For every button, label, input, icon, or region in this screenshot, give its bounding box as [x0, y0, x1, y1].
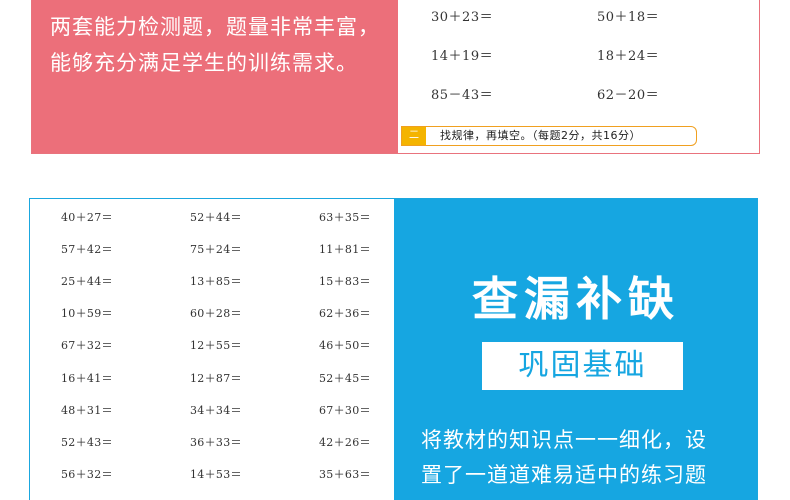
worksheet-equation: 60＋28＝	[190, 307, 242, 320]
worksheet-equation: 56＋32＝	[61, 468, 113, 481]
worksheet-equation: 67＋32＝	[61, 339, 113, 352]
worksheet-equation: 62－20＝	[597, 88, 660, 103]
feature-title: 查漏补缺	[472, 272, 680, 326]
worksheet-equation: 62＋36＝	[319, 307, 371, 320]
top-description-block: 两套能力检测题，题量非常丰富， 能够充分满足学生的训练需求。	[32, 0, 398, 153]
worksheet-equation: 48＋31＝	[61, 404, 113, 417]
feature-subtitle: 巩固基础	[482, 342, 683, 390]
worksheet-equation: 12＋55＝	[190, 339, 242, 352]
bottom-worksheet: 40＋27＝ 52＋44＝ 63＋35＝ 57＋42＝ 75＋24＝ 11＋81…	[30, 199, 393, 500]
worksheet-equation: 46＋50＝	[319, 339, 371, 352]
worksheet-equation: 52＋45＝	[319, 372, 371, 385]
worksheet-equation: 14＋53＝	[190, 468, 242, 481]
worksheet-equation: 10＋59＝	[61, 307, 113, 320]
worksheet-equation: 52＋44＝	[190, 211, 242, 224]
worksheet-equation: 85－43＝	[431, 88, 494, 103]
bottom-panel: 40＋27＝ 52＋44＝ 63＋35＝ 57＋42＝ 75＋24＝ 11＋81…	[29, 198, 758, 500]
worksheet-equation: 34＋34＝	[190, 404, 242, 417]
instruction-text: 找规律，再填空。（每题2分，共16分）	[440, 129, 641, 142]
worksheet-equation: 75＋24＝	[190, 243, 242, 256]
bottom-feature-block: 查漏补缺 巩固基础 将教材的知识点一一细化，设 置了一道道难易适中的练习题	[394, 199, 757, 500]
feature-desc-line-1: 将教材的知识点一一细化，设	[421, 428, 707, 452]
worksheet-equation: 30＋23＝	[431, 10, 494, 25]
worksheet-equation: 67＋30＝	[319, 404, 371, 417]
top-desc-line-2: 能够充分满足学生的训练需求。	[50, 51, 358, 75]
worksheet-equation: 42＋26＝	[319, 436, 371, 449]
worksheet-equation: 15＋83＝	[319, 275, 371, 288]
top-worksheet: 30＋23＝ 50＋18＝ 14＋19＝ 18＋24＝ 85－43＝ 62－20…	[399, 0, 759, 153]
worksheet-equation: 50＋18＝	[597, 10, 660, 25]
top-desc-line-1: 两套能力检测题，题量非常丰富，	[50, 15, 380, 39]
worksheet-equation: 40＋27＝	[61, 211, 113, 224]
worksheet-equation: 14＋19＝	[431, 49, 494, 64]
worksheet-equation: 25＋44＝	[61, 275, 113, 288]
feature-desc-line-2: 置了一道道难易适中的练习题	[421, 463, 707, 487]
worksheet-equation: 63＋35＝	[319, 211, 371, 224]
worksheet-equation: 16＋41＝	[61, 372, 113, 385]
instruction-number-badge: 二	[402, 127, 426, 145]
worksheet-equation: 11＋81＝	[319, 243, 371, 256]
worksheet-equation: 35＋63＝	[319, 468, 371, 481]
worksheet-equation: 36＋33＝	[190, 436, 242, 449]
top-panel: 两套能力检测题，题量非常丰富， 能够充分满足学生的训练需求。 30＋23＝ 50…	[31, 0, 760, 154]
worksheet-equation: 12＋87＝	[190, 372, 242, 385]
worksheet-equation: 18＋24＝	[597, 49, 660, 64]
instruction-banner: 二 找规律，再填空。（每题2分，共16分）	[401, 126, 697, 146]
worksheet-equation: 13＋85＝	[190, 275, 242, 288]
worksheet-equation: 57＋42＝	[61, 243, 113, 256]
worksheet-equation: 52＋43＝	[61, 436, 113, 449]
